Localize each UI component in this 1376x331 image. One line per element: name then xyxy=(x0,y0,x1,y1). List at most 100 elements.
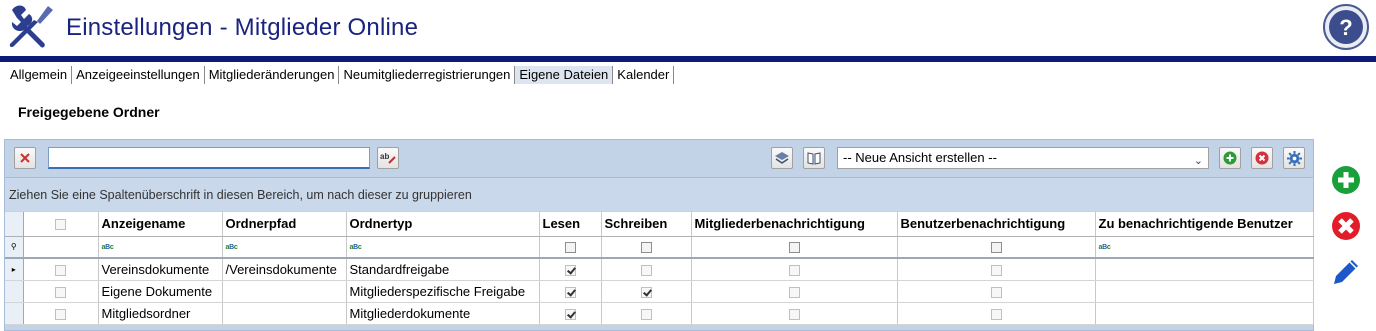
search-input[interactable] xyxy=(48,147,370,169)
column-header-schreiben[interactable]: Schreiben xyxy=(601,212,692,237)
row-indicator xyxy=(5,302,24,325)
benutzerbenachrichtigung-checkbox[interactable] xyxy=(990,286,1002,298)
section-title: Freigegebene Ordner xyxy=(18,104,160,120)
cell-ordnertyp[interactable]: Mitgliederdokumente xyxy=(346,302,540,325)
column-header-zu-benachrichtigende-benutzer[interactable]: Zu benachrichtigende Benutzer xyxy=(1095,212,1314,237)
filter-cell-benutzerbenachrichtigung[interactable] xyxy=(897,236,1096,259)
mitgliederbenachrichtigung-checkbox[interactable] xyxy=(788,308,800,320)
filter-cell-lesen[interactable] xyxy=(539,236,602,259)
row-select-checkbox[interactable] xyxy=(55,308,66,320)
table-row[interactable]: Eigene Dokumente Mitgliederspezifische Fr… xyxy=(5,280,1314,303)
filter-checkbox[interactable] xyxy=(788,242,800,254)
delete-folder-button[interactable] xyxy=(1330,210,1362,242)
mitgliederbenachrichtigung-cell xyxy=(691,258,898,281)
lesen-checkbox[interactable] xyxy=(564,264,576,276)
tab-eigene-dateien[interactable]: Eigene Dateien xyxy=(515,66,614,84)
row-select-checkbox[interactable] xyxy=(55,264,66,276)
column-header-ordnerpfad[interactable]: Ordnerpfad xyxy=(222,212,347,237)
benutzerbenachrichtigung-checkbox[interactable] xyxy=(990,264,1002,276)
tab-neumitgliederregistrierungen[interactable]: Neumitgliederregistrierungen xyxy=(339,66,516,84)
page-title: Einstellungen - Mitglieder Online xyxy=(66,14,419,41)
layers-icon xyxy=(775,152,789,164)
column-header-ordnertyp[interactable]: Ordnertyp xyxy=(346,212,540,237)
column-header-lesen[interactable]: Lesen xyxy=(539,212,602,237)
help-icon[interactable]: ? xyxy=(1322,3,1370,51)
close-icon xyxy=(20,153,30,163)
filter-cell-ordnertyp[interactable]: aBc xyxy=(346,236,540,259)
filter-checkbox[interactable] xyxy=(564,242,576,254)
column-header-anzeigename[interactable]: Anzeigename xyxy=(98,212,223,237)
tools-icon xyxy=(9,5,53,48)
tab-anzeigeeinstellungen[interactable]: Anzeigeeinstellungen xyxy=(72,66,205,84)
mitgliederbenachrichtigung-checkbox[interactable] xyxy=(788,264,800,276)
book-button[interactable] xyxy=(803,147,825,169)
filter-checkbox[interactable] xyxy=(640,242,652,254)
cell-ordnerpfad[interactable]: /Vereinsdokumente xyxy=(222,258,347,281)
grid-toolbar: ab -- Neue Ansicht erstellen -- ⌄ xyxy=(5,140,1313,176)
cell-anzeigename[interactable]: Eigene Dokumente xyxy=(98,280,223,303)
cell-anzeigename[interactable]: Mitgliedsordner xyxy=(98,302,223,325)
tab-mitgliederaenderungen[interactable]: Mitgliederänderungen xyxy=(205,66,340,84)
grid-panel: ab -- Neue Ansicht erstellen -- ⌄ Ziehen… xyxy=(4,139,1314,331)
cell-zu-benachrichtigende-benutzer[interactable] xyxy=(1095,258,1314,281)
clear-search-button[interactable] xyxy=(14,147,36,169)
cell-zu-benachrichtigende-benutzer[interactable] xyxy=(1095,280,1314,303)
lesen-checkbox[interactable] xyxy=(564,286,576,298)
mitgliederbenachrichtigung-checkbox[interactable] xyxy=(788,286,800,298)
schreiben-checkbox[interactable] xyxy=(640,308,652,320)
tab-kalender[interactable]: Kalender xyxy=(613,66,675,84)
schreiben-checkbox[interactable] xyxy=(640,286,652,298)
svg-text:ab: ab xyxy=(380,152,389,161)
row-select-cell xyxy=(23,258,99,281)
filter-cell-zu-benachrichtigende-benutzer[interactable]: aBc xyxy=(1095,236,1314,259)
cell-ordnerpfad[interactable] xyxy=(222,280,347,303)
cell-ordnerpfad[interactable] xyxy=(222,302,347,325)
select-all-checkbox[interactable] xyxy=(55,219,66,231)
cell-ordnertyp[interactable]: Mitgliederspezifische Freigabe xyxy=(346,280,540,303)
benutzerbenachrichtigung-cell xyxy=(897,302,1096,325)
row-select-checkbox[interactable] xyxy=(55,286,66,298)
text-filter-icon: aBc xyxy=(225,243,238,251)
view-settings-button[interactable] xyxy=(1283,147,1305,169)
group-by-area[interactable]: Ziehen Sie eine Spaltenüberschrift in di… xyxy=(5,177,1313,211)
benutzerbenachrichtigung-cell xyxy=(897,258,1096,281)
cell-zu-benachrichtigende-benutzer[interactable] xyxy=(1095,302,1314,325)
table-row[interactable]: ▸ Vereinsdokumente/Vereinsdokumente Standa… xyxy=(5,258,1314,281)
spellcheck-icon: ab xyxy=(380,152,396,164)
schreiben-cell xyxy=(601,302,692,325)
select-all-cell[interactable] xyxy=(23,212,99,237)
table-row[interactable]: Mitgliedsordner Mitgliederdokumente xyxy=(5,302,1314,325)
column-header-mitgliederbenachrichtigung[interactable]: Mitgliederbenachrichtigung xyxy=(691,212,898,237)
delete-view-button[interactable] xyxy=(1251,147,1273,169)
spellcheck-button[interactable]: ab xyxy=(377,147,399,169)
cell-anzeigename[interactable]: Vereinsdokumente xyxy=(98,258,223,281)
row-select-cell xyxy=(23,302,99,325)
benutzerbenachrichtigung-checkbox[interactable] xyxy=(990,308,1002,320)
schreiben-checkbox[interactable] xyxy=(640,264,652,276)
filter-cell-mitgliederbenachrichtigung[interactable] xyxy=(691,236,898,259)
edit-folder-button[interactable] xyxy=(1330,256,1362,288)
filter-cell-select xyxy=(23,236,99,259)
filter-cell-ordnerpfad[interactable]: aBc xyxy=(222,236,347,259)
filter-cell-schreiben[interactable] xyxy=(601,236,692,259)
mitgliederbenachrichtigung-cell xyxy=(691,302,898,325)
add-icon xyxy=(1223,151,1237,165)
layers-button[interactable] xyxy=(771,147,793,169)
header: Einstellungen - Mitglieder Online ? xyxy=(0,0,1376,56)
lesen-cell xyxy=(539,280,602,303)
delete-icon xyxy=(1255,151,1269,165)
filter-cell-anzeigename[interactable]: aBc xyxy=(98,236,223,259)
view-select[interactable]: -- Neue Ansicht erstellen -- ⌄ xyxy=(837,147,1209,169)
add-view-button[interactable] xyxy=(1219,147,1241,169)
lesen-checkbox[interactable] xyxy=(564,308,576,320)
chevron-down-icon: ⌄ xyxy=(1193,155,1203,167)
cell-ordnertyp[interactable]: Standardfreigabe xyxy=(346,258,540,281)
schreiben-cell xyxy=(601,258,692,281)
text-filter-icon: aBc xyxy=(349,243,362,251)
text-filter-icon: aBc xyxy=(101,243,114,251)
filter-checkbox[interactable] xyxy=(990,242,1002,254)
add-folder-button[interactable] xyxy=(1330,164,1362,196)
tab-bar: Allgemein Anzeigeeinstellungen Mitgliede… xyxy=(6,66,675,84)
tab-allgemein[interactable]: Allgemein xyxy=(6,66,73,84)
column-header-benutzerbenachrichtigung[interactable]: Benutzerbenachrichtigung xyxy=(897,212,1096,237)
